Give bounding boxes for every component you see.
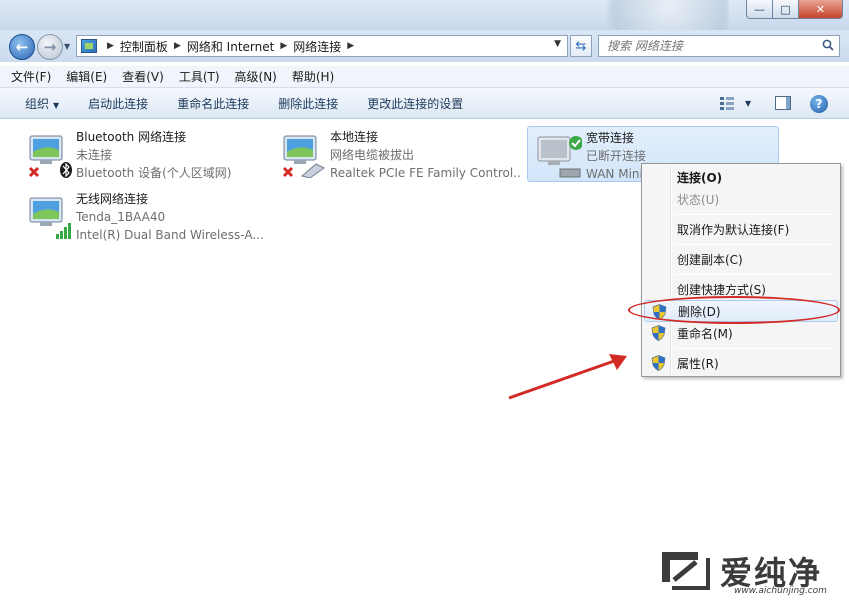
- connection-text: 本地连接 网络电缆被拔出 Realtek PCIe FE Family Cont…: [330, 128, 522, 182]
- uac-shield-icon: [651, 355, 666, 371]
- menu-item-label: 连接(O): [677, 170, 723, 185]
- menu-connect[interactable]: 连接(O): [644, 166, 838, 188]
- connection-local[interactable]: 本地连接 网络电缆被拔出 Realtek PCIe FE Family Cont…: [272, 126, 522, 182]
- menu-cancel-default[interactable]: 取消作为默认连接(F): [644, 218, 838, 240]
- menu-item-label: 创建快捷方式(S): [677, 282, 766, 297]
- arrow-right-icon: →: [43, 38, 57, 56]
- caption-buttons: — □ ✕: [746, 0, 843, 19]
- search-input[interactable]: [607, 39, 807, 53]
- organize-label: 组织: [25, 96, 50, 111]
- context-menu: 连接(O) 状态(U) 取消作为默认连接(F) 创建副本(C) 创建快捷方式(S…: [641, 163, 841, 377]
- connection-status: Tenda_1BAA40: [76, 210, 166, 224]
- refresh-button[interactable]: ⇆: [570, 35, 592, 57]
- connection-text: 宽带连接 已断开连接 WAN Mini: [586, 129, 646, 183]
- menu-tools[interactable]: 工具(T): [179, 68, 220, 85]
- connection-device: WAN Mini: [586, 167, 643, 181]
- connection-name: 本地连接: [330, 130, 379, 144]
- minimize-button[interactable]: —: [746, 0, 773, 19]
- connection-text: 无线网络连接 Tenda_1BAA40 Intel(R) Dual Band W…: [76, 190, 264, 244]
- chevron-right-icon[interactable]: ▶: [107, 41, 114, 51]
- connection-wireless[interactable]: 无线网络连接 Tenda_1BAA40 Intel(R) Dual Band W…: [18, 188, 268, 244]
- menu-help[interactable]: 帮助(H): [292, 68, 334, 85]
- network-monitor-icon: [29, 197, 71, 239]
- view-options-icon[interactable]: [720, 96, 734, 110]
- organize-button[interactable]: 组织 ▼: [25, 95, 59, 112]
- connection-status: 未连接: [76, 148, 113, 162]
- chevron-right-icon[interactable]: ▶: [347, 41, 354, 51]
- menu-view[interactable]: 查看(V): [122, 68, 164, 85]
- title-bar: — □ ✕: [0, 0, 849, 30]
- menu-bar: 文件(F) 编辑(E) 查看(V) 工具(T) 高级(N) 帮助(H): [0, 66, 849, 88]
- network-monitor-icon: [537, 136, 582, 178]
- refresh-icon: ⇆: [575, 38, 587, 54]
- menu-rename[interactable]: 重命名(M): [644, 322, 838, 344]
- breadcrumb-control-panel[interactable]: 控制面板: [120, 38, 168, 55]
- forward-button[interactable]: →: [37, 34, 63, 60]
- watermark: 爱纯净 www.aichunjing.com: [650, 542, 849, 600]
- menu-item-label: 状态(U): [677, 192, 720, 207]
- connection-name: 无线网络连接: [76, 192, 149, 206]
- address-bar[interactable]: ▶ 控制面板 ▶ 网络和 Internet ▶ 网络连接 ▶ ▼: [76, 35, 568, 57]
- menu-separator: [674, 214, 836, 215]
- menu-properties[interactable]: 属性(R): [644, 352, 838, 374]
- delete-connection-button[interactable]: 删除此连接: [278, 95, 338, 112]
- search-icon[interactable]: [822, 39, 834, 51]
- address-row: ← → ▼ ▶ 控制面板 ▶ 网络和 Internet ▶ 网络连接 ▶ ▼ ⇆: [0, 30, 849, 62]
- address-dropdown-icon[interactable]: ▼: [554, 39, 561, 49]
- breadcrumb-network-internet[interactable]: 网络和 Internet: [187, 38, 274, 55]
- connection-device: Realtek PCIe FE Family Control...: [330, 166, 522, 180]
- menu-separator: [674, 348, 836, 349]
- menu-status: 状态(U): [644, 188, 838, 210]
- uac-shield-icon: [651, 325, 666, 341]
- watermark-url: www.aichunjing.com: [734, 586, 827, 596]
- menu-edit[interactable]: 编辑(E): [66, 68, 107, 85]
- menu-item-label: 取消作为默认连接(F): [677, 222, 790, 237]
- breadcrumb-network-connections[interactable]: 网络连接: [293, 38, 341, 55]
- close-button[interactable]: ✕: [799, 0, 843, 19]
- connection-name: Bluetooth 网络连接: [76, 130, 187, 144]
- rename-connection-button[interactable]: 重命名此连接: [177, 95, 249, 112]
- connection-bluetooth[interactable]: Bluetooth 网络连接 未连接 Bluetooth 设备(个人区域网): [18, 126, 268, 182]
- menu-advanced[interactable]: 高级(N): [235, 68, 277, 85]
- arrow-left-icon: ←: [15, 38, 29, 56]
- annotation-ellipse: [628, 296, 840, 324]
- chevron-down-icon[interactable]: ▼: [745, 99, 751, 108]
- help-button[interactable]: ?: [810, 95, 828, 113]
- connection-device: Bluetooth 设备(个人区域网): [76, 166, 232, 180]
- network-monitor-icon: [28, 135, 72, 178]
- connection-status: 网络电缆被拔出: [330, 148, 415, 162]
- connection-device: Intel(R) Dual Band Wireless-A...: [76, 228, 264, 242]
- control-panel-icon: [81, 39, 97, 53]
- chevron-down-icon: ▼: [53, 100, 60, 110]
- preview-pane-icon[interactable]: [775, 96, 791, 110]
- network-monitor-icon: [282, 135, 325, 178]
- connection-status: 已断开连接: [586, 149, 647, 163]
- menu-create-copy[interactable]: 创建副本(C): [644, 248, 838, 270]
- menu-item-label: 重命名(M): [677, 326, 733, 341]
- change-settings-button[interactable]: 更改此连接的设置: [367, 95, 463, 112]
- menu-item-label: 属性(R): [677, 356, 719, 371]
- enable-connection-button[interactable]: 启动此连接: [88, 95, 148, 112]
- chevron-right-icon[interactable]: ▶: [280, 41, 287, 51]
- maximize-button[interactable]: □: [773, 0, 799, 19]
- menu-separator: [674, 274, 836, 275]
- search-box[interactable]: [598, 35, 840, 57]
- menu-item-label: 创建副本(C): [677, 252, 743, 267]
- chevron-right-icon[interactable]: ▶: [174, 41, 181, 51]
- annotation-arrow-icon: [508, 354, 627, 400]
- back-button[interactable]: ←: [9, 34, 35, 60]
- recent-pages-chevron-icon[interactable]: ▼: [64, 42, 70, 51]
- menu-file[interactable]: 文件(F): [11, 68, 51, 85]
- menu-separator: [674, 244, 836, 245]
- watermark-logo-icon: [662, 552, 710, 590]
- connection-name: 宽带连接: [586, 131, 635, 145]
- connection-text: Bluetooth 网络连接 未连接 Bluetooth 设备(个人区域网): [76, 128, 231, 182]
